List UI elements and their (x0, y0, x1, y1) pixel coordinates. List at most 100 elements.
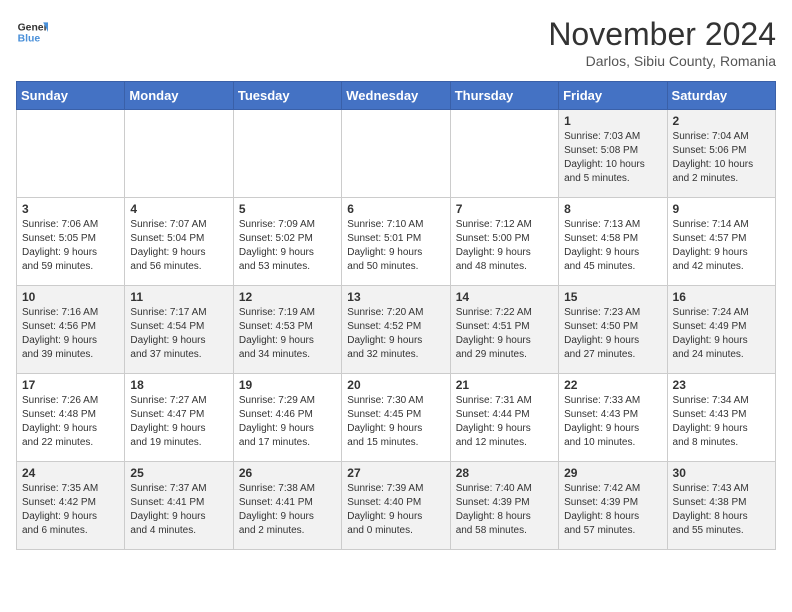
day-cell: 9 Sunrise: 7:14 AM Sunset: 4:57 PM Daylig… (667, 198, 775, 286)
day-info: Sunrise: 7:42 AM Sunset: 4:39 PM Dayligh… (564, 482, 661, 538)
header-wednesday: Wednesday (342, 82, 450, 110)
day-cell: 3 Sunrise: 7:06 AM Sunset: 5:05 PM Daylig… (17, 198, 125, 286)
day-info: Sunrise: 7:38 AM Sunset: 4:41 PM Dayligh… (239, 482, 336, 538)
header-thursday: Thursday (450, 82, 558, 110)
header-friday: Friday (559, 82, 667, 110)
day-cell (17, 110, 125, 198)
day-info: Sunrise: 7:22 AM Sunset: 4:51 PM Dayligh… (456, 306, 553, 362)
day-number: 18 (130, 378, 227, 392)
header-sunday: Sunday (17, 82, 125, 110)
day-info: Sunrise: 7:23 AM Sunset: 4:50 PM Dayligh… (564, 306, 661, 362)
day-number: 30 (673, 466, 770, 480)
day-number: 19 (239, 378, 336, 392)
day-info: Sunrise: 7:03 AM Sunset: 5:08 PM Dayligh… (564, 130, 661, 186)
week-row-4: 24 Sunrise: 7:35 AM Sunset: 4:42 PM Dayli… (17, 462, 776, 550)
day-number: 3 (22, 202, 119, 216)
day-info: Sunrise: 7:10 AM Sunset: 5:01 PM Dayligh… (347, 218, 444, 274)
day-cell: 27 Sunrise: 7:39 AM Sunset: 4:40 PM Dayli… (342, 462, 450, 550)
subtitle: Darlos, Sibiu County, Romania (548, 53, 776, 69)
day-info: Sunrise: 7:14 AM Sunset: 4:57 PM Dayligh… (673, 218, 770, 274)
day-info: Sunrise: 7:35 AM Sunset: 4:42 PM Dayligh… (22, 482, 119, 538)
day-number: 23 (673, 378, 770, 392)
day-number: 27 (347, 466, 444, 480)
day-cell: 12 Sunrise: 7:19 AM Sunset: 4:53 PM Dayli… (233, 286, 341, 374)
day-info: Sunrise: 7:30 AM Sunset: 4:45 PM Dayligh… (347, 394, 444, 450)
day-cell: 20 Sunrise: 7:30 AM Sunset: 4:45 PM Dayli… (342, 374, 450, 462)
day-info: Sunrise: 7:31 AM Sunset: 4:44 PM Dayligh… (456, 394, 553, 450)
day-info: Sunrise: 7:19 AM Sunset: 4:53 PM Dayligh… (239, 306, 336, 362)
day-cell: 16Sunrise: 7:24 AM Sunset: 4:49 PM Dayli… (667, 286, 775, 374)
day-number: 2 (673, 114, 770, 128)
day-number: 14 (456, 290, 553, 304)
day-number: 8 (564, 202, 661, 216)
day-info: Sunrise: 7:33 AM Sunset: 4:43 PM Dayligh… (564, 394, 661, 450)
day-cell (342, 110, 450, 198)
day-info: Sunrise: 7:27 AM Sunset: 4:47 PM Dayligh… (130, 394, 227, 450)
header-saturday: Saturday (667, 82, 775, 110)
day-info: Sunrise: 7:06 AM Sunset: 5:05 PM Dayligh… (22, 218, 119, 274)
day-cell: 13Sunrise: 7:20 AM Sunset: 4:52 PM Dayli… (342, 286, 450, 374)
day-number: 25 (130, 466, 227, 480)
day-info: Sunrise: 7:43 AM Sunset: 4:38 PM Dayligh… (673, 482, 770, 538)
svg-text:General: General (18, 22, 48, 33)
day-cell: 17 Sunrise: 7:26 AM Sunset: 4:48 PM Dayli… (17, 374, 125, 462)
day-cell: 8 Sunrise: 7:13 AM Sunset: 4:58 PM Daylig… (559, 198, 667, 286)
logo-icon: General Blue (16, 16, 48, 48)
day-cell: 10Sunrise: 7:16 AM Sunset: 4:56 PM Dayli… (17, 286, 125, 374)
day-cell: 1 Sunrise: 7:03 AM Sunset: 5:08 PM Daylig… (559, 110, 667, 198)
day-cell: 28 Sunrise: 7:40 AM Sunset: 4:39 PM Dayli… (450, 462, 558, 550)
day-number: 22 (564, 378, 661, 392)
week-row-3: 17 Sunrise: 7:26 AM Sunset: 4:48 PM Dayli… (17, 374, 776, 462)
day-info: Sunrise: 7:09 AM Sunset: 5:02 PM Dayligh… (239, 218, 336, 274)
svg-text:Blue: Blue (18, 34, 41, 45)
day-number: 28 (456, 466, 553, 480)
day-cell: 4 Sunrise: 7:07 AM Sunset: 5:04 PM Daylig… (125, 198, 233, 286)
day-cell: 5 Sunrise: 7:09 AM Sunset: 5:02 PM Daylig… (233, 198, 341, 286)
title-area: November 2024 Darlos, Sibiu County, Roma… (548, 16, 776, 69)
day-number: 21 (456, 378, 553, 392)
month-title: November 2024 (548, 16, 776, 53)
day-number: 20 (347, 378, 444, 392)
day-number: 6 (347, 202, 444, 216)
day-cell (125, 110, 233, 198)
day-number: 7 (456, 202, 553, 216)
day-info: Sunrise: 7:12 AM Sunset: 5:00 PM Dayligh… (456, 218, 553, 274)
day-info: Sunrise: 7:13 AM Sunset: 4:58 PM Dayligh… (564, 218, 661, 274)
day-cell: 19Sunrise: 7:29 AM Sunset: 4:46 PM Dayli… (233, 374, 341, 462)
day-number: 13 (347, 290, 444, 304)
day-info: Sunrise: 7:40 AM Sunset: 4:39 PM Dayligh… (456, 482, 553, 538)
day-info: Sunrise: 7:39 AM Sunset: 4:40 PM Dayligh… (347, 482, 444, 538)
day-info: Sunrise: 7:37 AM Sunset: 4:41 PM Dayligh… (130, 482, 227, 538)
day-cell: 30 Sunrise: 7:43 AM Sunset: 4:38 PM Dayli… (667, 462, 775, 550)
day-info: Sunrise: 7:26 AM Sunset: 4:48 PM Dayligh… (22, 394, 119, 450)
week-row-2: 10Sunrise: 7:16 AM Sunset: 4:56 PM Dayli… (17, 286, 776, 374)
day-cell: 22 Sunrise: 7:33 AM Sunset: 4:43 PM Dayli… (559, 374, 667, 462)
day-number: 29 (564, 466, 661, 480)
day-cell: 26 Sunrise: 7:38 AM Sunset: 4:41 PM Dayli… (233, 462, 341, 550)
day-number: 17 (22, 378, 119, 392)
week-row-0: 1 Sunrise: 7:03 AM Sunset: 5:08 PM Daylig… (17, 110, 776, 198)
day-cell: 29 Sunrise: 7:42 AM Sunset: 4:39 PM Dayli… (559, 462, 667, 550)
day-info: Sunrise: 7:07 AM Sunset: 5:04 PM Dayligh… (130, 218, 227, 274)
day-number: 4 (130, 202, 227, 216)
day-info: Sunrise: 7:24 AM Sunset: 4:49 PM Dayligh… (673, 306, 770, 362)
day-number: 15 (564, 290, 661, 304)
day-number: 1 (564, 114, 661, 128)
day-cell: 6 Sunrise: 7:10 AM Sunset: 5:01 PM Daylig… (342, 198, 450, 286)
day-cell: 15 Sunrise: 7:23 AM Sunset: 4:50 PM Dayli… (559, 286, 667, 374)
day-cell: 24 Sunrise: 7:35 AM Sunset: 4:42 PM Dayli… (17, 462, 125, 550)
day-cell: 14 Sunrise: 7:22 AM Sunset: 4:51 PM Dayli… (450, 286, 558, 374)
day-number: 12 (239, 290, 336, 304)
day-number: 24 (22, 466, 119, 480)
day-info: Sunrise: 7:17 AM Sunset: 4:54 PM Dayligh… (130, 306, 227, 362)
day-cell: 21 Sunrise: 7:31 AM Sunset: 4:44 PM Dayli… (450, 374, 558, 462)
day-cell (233, 110, 341, 198)
week-row-1: 3 Sunrise: 7:06 AM Sunset: 5:05 PM Daylig… (17, 198, 776, 286)
day-cell (450, 110, 558, 198)
day-number: 9 (673, 202, 770, 216)
day-cell: 7 Sunrise: 7:12 AM Sunset: 5:00 PM Daylig… (450, 198, 558, 286)
day-number: 5 (239, 202, 336, 216)
day-info: Sunrise: 7:34 AM Sunset: 4:43 PM Dayligh… (673, 394, 770, 450)
day-info: Sunrise: 7:04 AM Sunset: 5:06 PM Dayligh… (673, 130, 770, 186)
day-number: 26 (239, 466, 336, 480)
